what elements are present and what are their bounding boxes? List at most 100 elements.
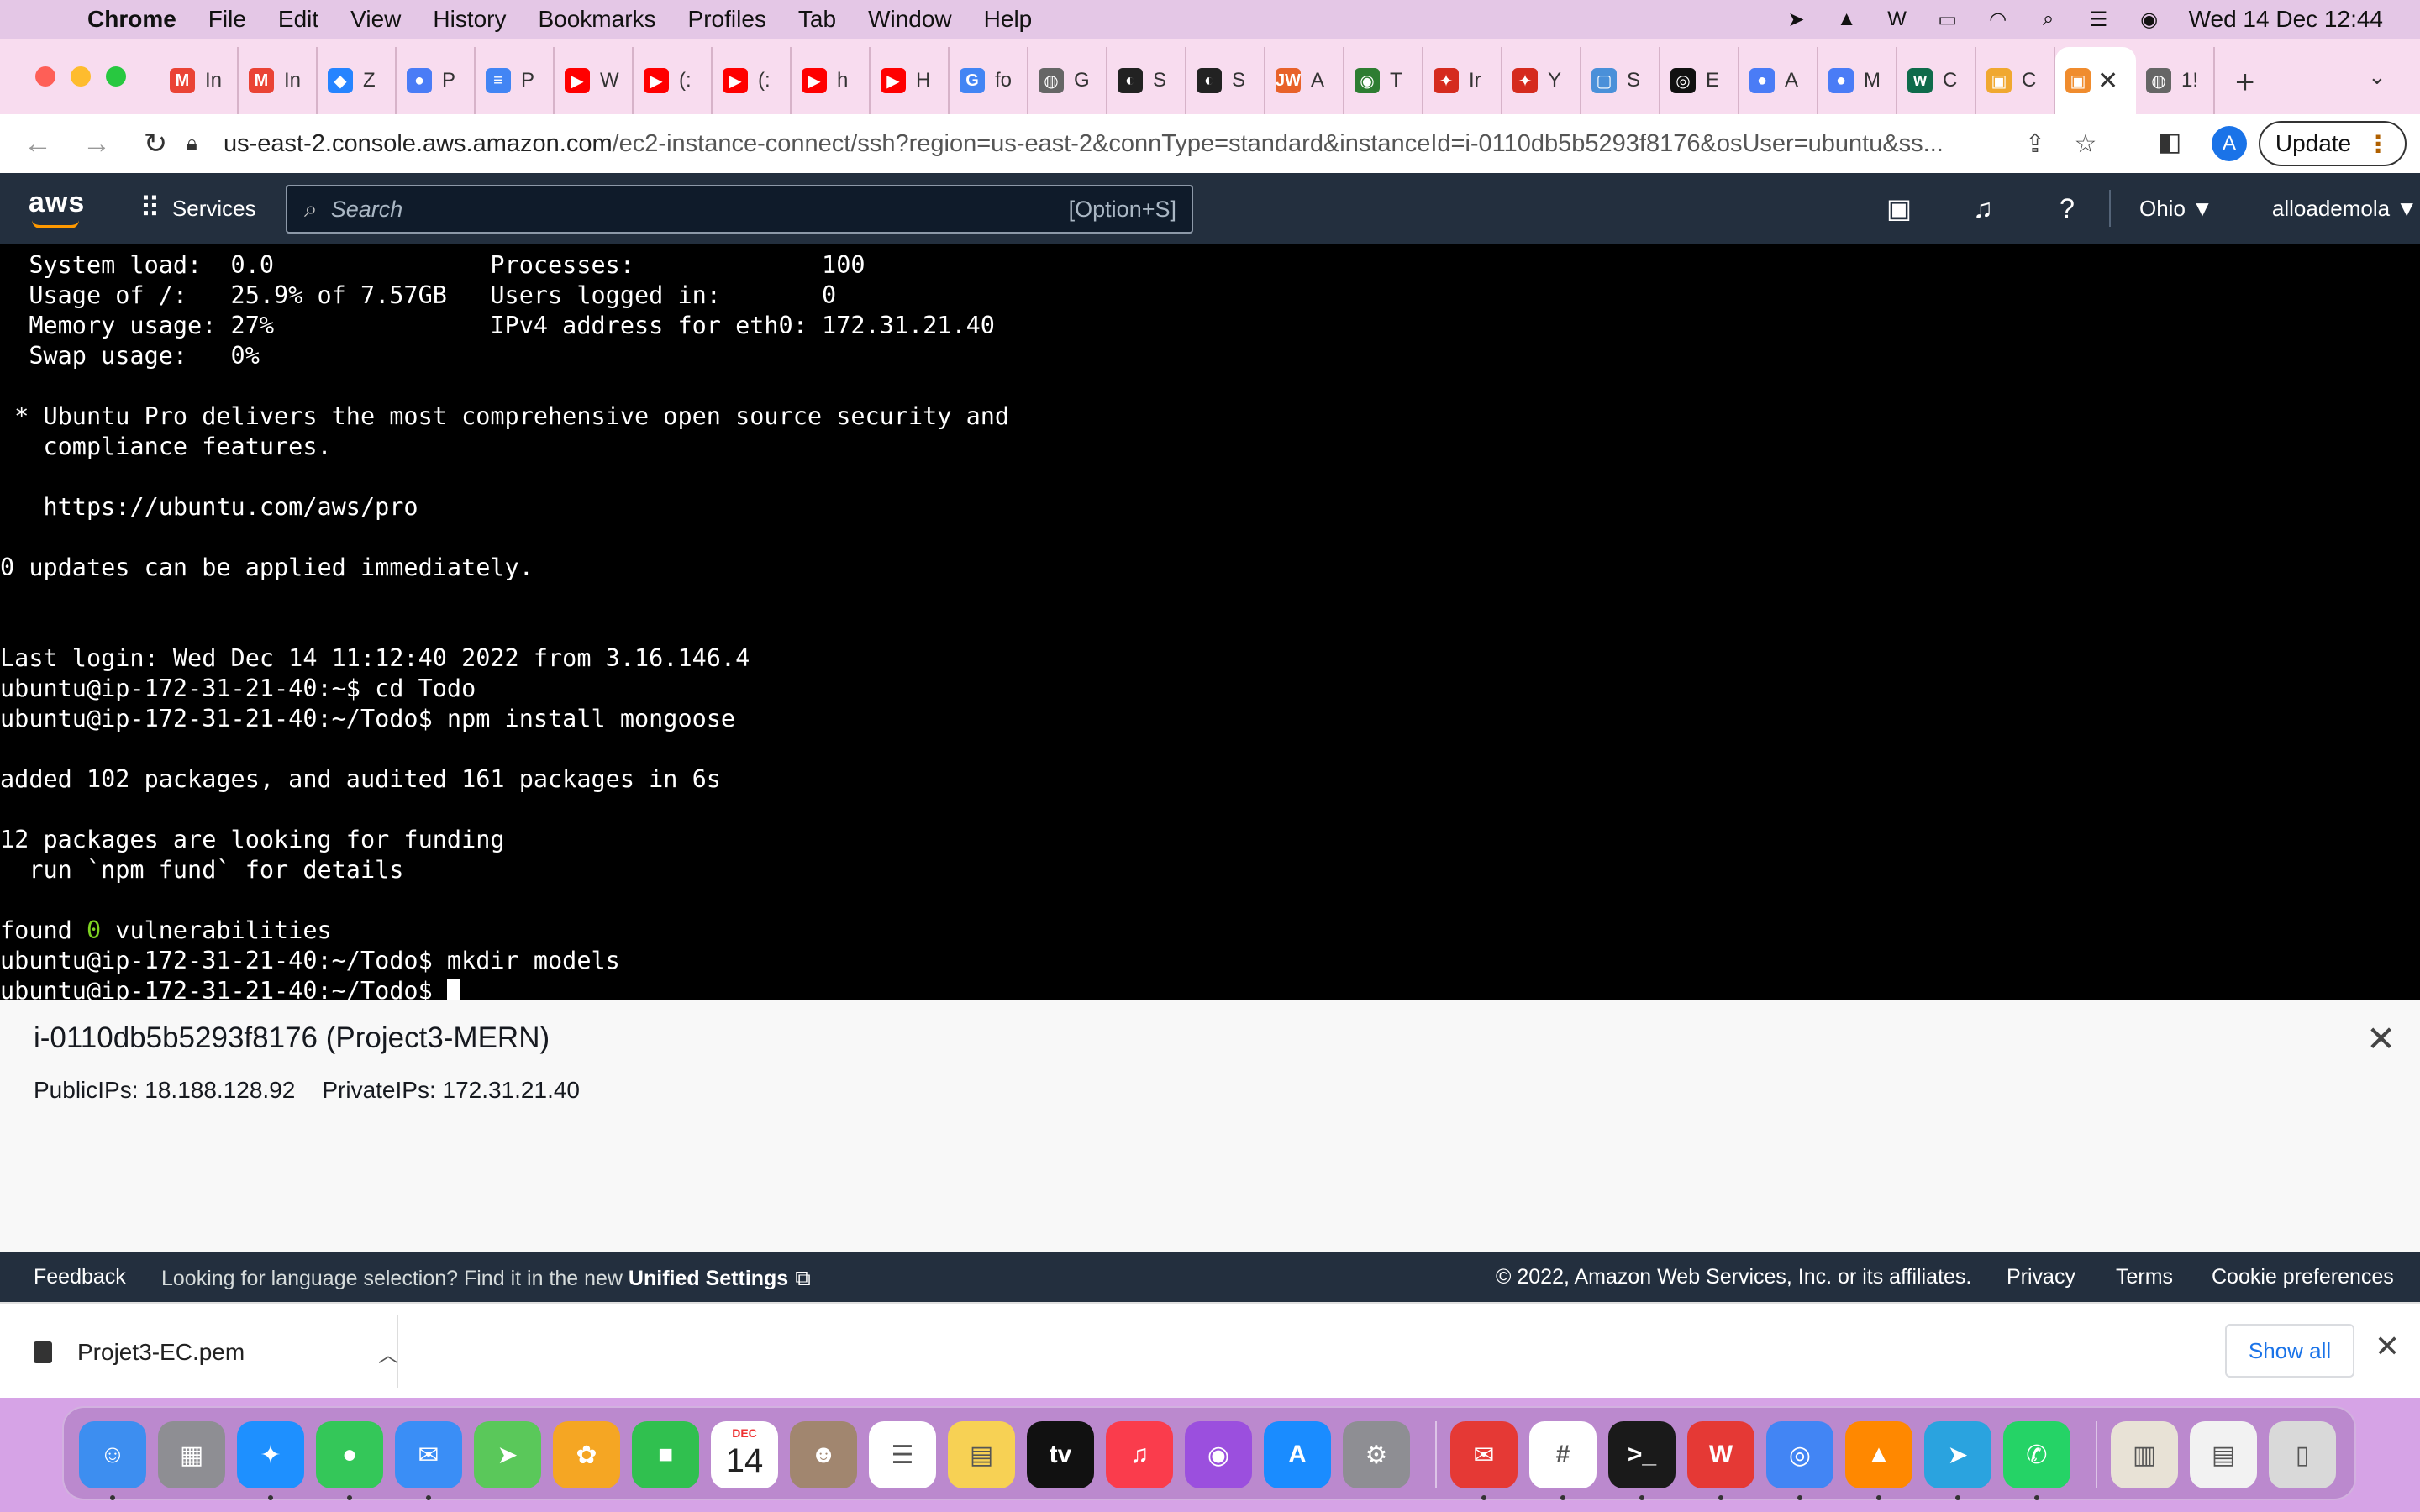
address-bar[interactable]: 🔒︎ us-east-2.console.aws.amazon.com/ec2-… xyxy=(187,119,2111,168)
airmail-icon[interactable]: ✉ xyxy=(1450,1421,1518,1500)
tab-search-chevron-icon[interactable]: ⌄ xyxy=(2368,64,2386,90)
messages-icon[interactable]: ● xyxy=(316,1421,383,1500)
lock-icon[interactable]: 🔒︎ xyxy=(187,132,212,155)
document-icon[interactable]: ▤ xyxy=(2190,1421,2257,1488)
services-menu-button[interactable]: ⠿ Services xyxy=(139,190,256,227)
menu-profiles[interactable]: Profiles xyxy=(688,6,766,33)
browser-tab[interactable]: ▶ h xyxy=(792,47,871,114)
notifications-bell-icon[interactable]: ♫ xyxy=(1941,193,2025,224)
browser-tab[interactable]: Gfo xyxy=(950,47,1028,114)
contacts-icon[interactable]: ☻ xyxy=(790,1421,857,1488)
ssh-terminal[interactable]: run `npm fund` for details 12 packages ar… xyxy=(0,244,2420,1000)
url-text[interactable]: us-east-2.console.aws.amazon.com/ec2-ins… xyxy=(224,130,2055,158)
unified-settings-link[interactable]: Unified Settings xyxy=(629,1267,788,1290)
reminders-icon[interactable]: ☰ xyxy=(869,1421,936,1488)
reload-icon[interactable]: ↻ xyxy=(126,114,185,173)
slack-icon[interactable]: # xyxy=(1529,1421,1597,1500)
trash-icon[interactable]: ▯ xyxy=(2269,1421,2336,1488)
vlc-icon[interactable]: ▲ xyxy=(1845,1421,1912,1500)
document-icon[interactable]: ▥ xyxy=(2111,1421,2178,1488)
browser-tab[interactable]: ▶ H xyxy=(871,47,950,114)
menu-window[interactable]: Window xyxy=(868,6,952,33)
browser-tab[interactable]: ◆ Z xyxy=(318,47,397,114)
browser-tab[interactable]: JW A xyxy=(1265,47,1344,114)
window-minimize-button[interactable] xyxy=(71,66,91,87)
control-center-icon[interactable]: ☰ xyxy=(2085,7,2113,32)
account-menu[interactable]: alloademola ▼ xyxy=(2272,196,2417,222)
menu-app-name[interactable]: Chrome xyxy=(87,6,176,33)
menu-view[interactable]: View xyxy=(350,6,401,33)
menu-history[interactable]: History xyxy=(433,6,506,33)
browser-tab[interactable]: ● P xyxy=(397,47,476,114)
browser-tab[interactable]: ◍ 1! xyxy=(2136,47,2215,114)
share-icon[interactable]: ⇪ xyxy=(2010,129,2060,159)
browser-tab[interactable]: ≡ P xyxy=(476,47,555,114)
browser-tab[interactable]: ◎ E xyxy=(1660,47,1739,114)
bookmark-star-icon[interactable]: ☆ xyxy=(2060,129,2111,159)
browser-tab[interactable]: M In xyxy=(239,47,318,114)
browser-tab[interactable]: ▶ (: xyxy=(713,47,792,114)
kebab-menu-icon[interactable]: ⋮ xyxy=(2366,130,2390,158)
menu-tab[interactable]: Tab xyxy=(798,6,836,33)
browser-tab[interactable]: ◉ T xyxy=(1344,47,1423,114)
feedback-link[interactable]: Feedback xyxy=(34,1265,126,1289)
wps-tray-icon[interactable]: W xyxy=(1883,7,1912,32)
appstore-icon[interactable]: A xyxy=(1264,1421,1331,1488)
browser-tab[interactable]: ▣ C xyxy=(1976,47,2055,114)
browser-tab[interactable]: ◐ S xyxy=(1186,47,1265,114)
appletv-icon[interactable]: tv xyxy=(1027,1421,1094,1488)
close-icon[interactable]: ✕ xyxy=(2366,1018,2396,1059)
terminal-icon[interactable]: >_ xyxy=(1608,1421,1676,1500)
browser-tab[interactable]: ✦ Y xyxy=(1502,47,1581,114)
browser-tab[interactable]: ▢ S xyxy=(1581,47,1660,114)
browser-tab[interactable]: ● M xyxy=(1818,47,1897,114)
siri-icon[interactable]: ◉ xyxy=(2135,7,2164,32)
wifi-icon[interactable]: ◠ xyxy=(1984,7,2012,32)
wps-icon[interactable]: W xyxy=(1687,1421,1754,1500)
region-selector[interactable]: Ohio ▼ xyxy=(2139,196,2213,222)
facetime-icon[interactable]: ■ xyxy=(632,1421,699,1488)
window-zoom-button[interactable] xyxy=(106,66,126,87)
safari-icon[interactable]: ✦ xyxy=(237,1421,304,1500)
music-icon[interactable]: ♫ xyxy=(1106,1421,1173,1488)
external-link-icon[interactable]: ⧉ xyxy=(795,1265,811,1292)
browser-tab[interactable]: ▶ (: xyxy=(634,47,713,114)
spotlight-search-icon[interactable]: ⌕ xyxy=(2034,7,2063,32)
mail-icon[interactable]: ✉ xyxy=(395,1421,462,1500)
chevron-up-icon[interactable]: ︿ xyxy=(378,1338,398,1368)
menu-bookmarks[interactable]: Bookmarks xyxy=(538,6,655,33)
browser-tab[interactable]: ◐ S xyxy=(1107,47,1186,114)
help-icon[interactable]: ? xyxy=(2025,193,2109,224)
menubar-clock[interactable]: Wed 14 Dec 12:44 xyxy=(2189,6,2383,33)
back-arrow-icon[interactable]: ← xyxy=(8,114,67,173)
battery-icon[interactable]: ▭ xyxy=(1933,7,1962,32)
update-button[interactable]: Update ⋮ xyxy=(2259,121,2407,166)
browser-tab[interactable]: ◍ G xyxy=(1028,47,1107,114)
browser-tab[interactable]: ✦ Ir xyxy=(1423,47,1502,114)
navigation-arrow-icon[interactable]: ➤ xyxy=(1782,7,1811,32)
browser-tab[interactable]: wC xyxy=(1897,47,1976,114)
settings-icon[interactable]: ⚙ xyxy=(1343,1421,1410,1488)
whatsapp-icon[interactable]: ✆ xyxy=(2003,1421,2070,1500)
browser-tab[interactable]: M In xyxy=(160,47,239,114)
download-item[interactable]: Projet3-EC.pem ︿ xyxy=(34,1329,398,1376)
chrome-icon[interactable]: ◎ xyxy=(1766,1421,1833,1500)
telegram-icon[interactable]: ➤ xyxy=(1924,1421,1991,1500)
new-tab-plus-icon[interactable]: + xyxy=(2235,64,2254,102)
podcasts-icon[interactable]: ◉ xyxy=(1185,1421,1252,1488)
tab-close-icon[interactable]: ✕ xyxy=(2097,66,2118,96)
browser-tab[interactable]: ▣ ✕ xyxy=(2055,47,2136,114)
terms-link[interactable]: Terms xyxy=(2116,1265,2173,1289)
forward-arrow-icon[interactable]: → xyxy=(67,114,126,173)
show-all-button[interactable]: Show all xyxy=(2225,1324,2354,1378)
profile-avatar[interactable]: A xyxy=(2212,126,2247,161)
cloudshell-icon[interactable]: ▣ xyxy=(1857,192,1941,224)
aws-logo[interactable]: aws xyxy=(29,186,85,219)
side-panel-icon[interactable]: ◧ xyxy=(2158,128,2190,160)
close-download-bar-icon[interactable]: ✕ xyxy=(2375,1329,2400,1364)
maps-icon[interactable]: ➤ xyxy=(474,1421,541,1488)
photos-icon[interactable]: ✿ xyxy=(553,1421,620,1488)
cookie-preferences-link[interactable]: Cookie preferences xyxy=(2212,1265,2394,1289)
notes-icon[interactable]: ▤ xyxy=(948,1421,1015,1488)
privacy-link[interactable]: Privacy xyxy=(2007,1265,2075,1289)
